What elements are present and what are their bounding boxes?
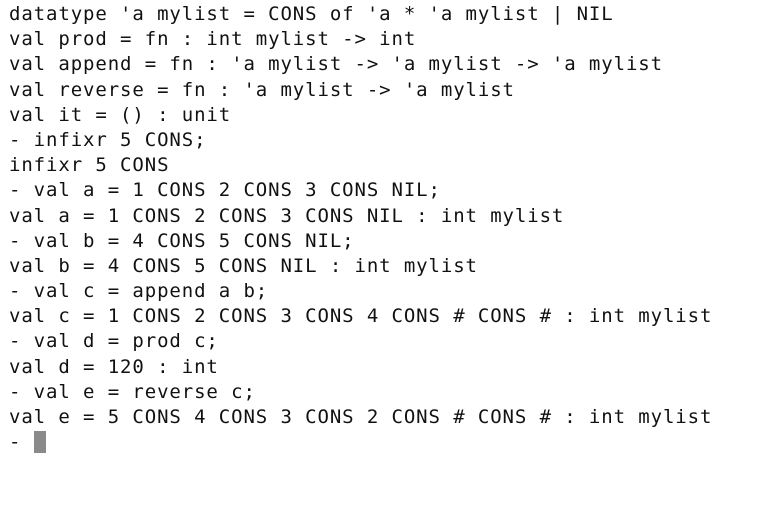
terminal-line: val a = 1 CONS 2 CONS 3 CONS NIL : int m…: [9, 204, 565, 227]
terminal-line: - val d = prod c;: [9, 330, 219, 353]
terminal-line: infixr 5 CONS: [9, 154, 170, 177]
terminal-line: datatype 'a mylist = CONS of 'a * 'a myl…: [9, 3, 614, 25]
terminal-line: - val e = reverse c;: [9, 380, 256, 403]
terminal-line: - infixr 5 CONS;: [9, 128, 207, 151]
terminal-line: val e = 5 CONS 4 CONS 3 CONS 2 CONS # CO…: [9, 406, 713, 428]
terminal-line: val prod = fn : int mylist -> int: [9, 28, 417, 51]
terminal-line: - val b = 4 CONS 5 CONS NIL;: [9, 229, 355, 252]
terminal-line: val b = 4 CONS 5 CONS NIL : int mylist: [9, 254, 478, 277]
prompt-line[interactable]: -: [9, 430, 712, 455]
terminal-line: val append = fn : 'a mylist -> 'a mylist…: [9, 53, 663, 76]
terminal-line: val it = () : unit: [9, 103, 232, 126]
terminal-line: val d = 120 : int: [9, 355, 219, 378]
terminal-line: - val a = 1 CONS 2 CONS 3 CONS NIL;: [9, 179, 441, 202]
text-cursor: [33, 431, 46, 454]
terminal-output[interactable]: datatype 'a mylist = CONS of 'a * 'a myl…: [9, 2, 712, 455]
terminal-line: val c = 1 CONS 2 CONS 3 CONS 4 CONS # CO…: [9, 305, 713, 328]
prompt: -: [9, 431, 34, 454]
terminal-line: - val c = append a b;: [9, 280, 269, 303]
terminal-line: val reverse = fn : 'a mylist -> 'a mylis…: [9, 78, 515, 101]
